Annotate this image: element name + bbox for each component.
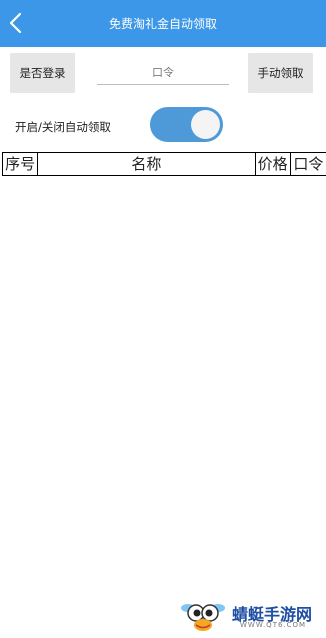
- table-header: 序号 名称 价格 口令: [2, 152, 326, 176]
- toggle-knob: [191, 110, 220, 139]
- column-header-index: 序号: [3, 153, 39, 175]
- auto-claim-toggle[interactable]: [150, 107, 223, 142]
- code-input[interactable]: [97, 60, 229, 85]
- login-status-button[interactable]: 是否登录: [10, 53, 75, 93]
- watermark: 蜻蜓手游网 WWW.QT6.COM: [180, 598, 324, 634]
- watermark-url: WWW.QT6.COM: [240, 621, 307, 629]
- column-header-name: 名称: [38, 153, 256, 175]
- page-title: 免费淘礼金自动领取: [108, 17, 217, 31]
- app-header: 免费淘礼金自动领取: [0, 0, 326, 47]
- dragonfly-logo-icon: [180, 598, 226, 634]
- column-header-code: 口令: [293, 155, 324, 173]
- column-header-price: 价格: [256, 153, 291, 175]
- auto-claim-label: 开启/关闭自动领取: [15, 120, 111, 134]
- manual-claim-button[interactable]: 手动领取: [248, 53, 313, 93]
